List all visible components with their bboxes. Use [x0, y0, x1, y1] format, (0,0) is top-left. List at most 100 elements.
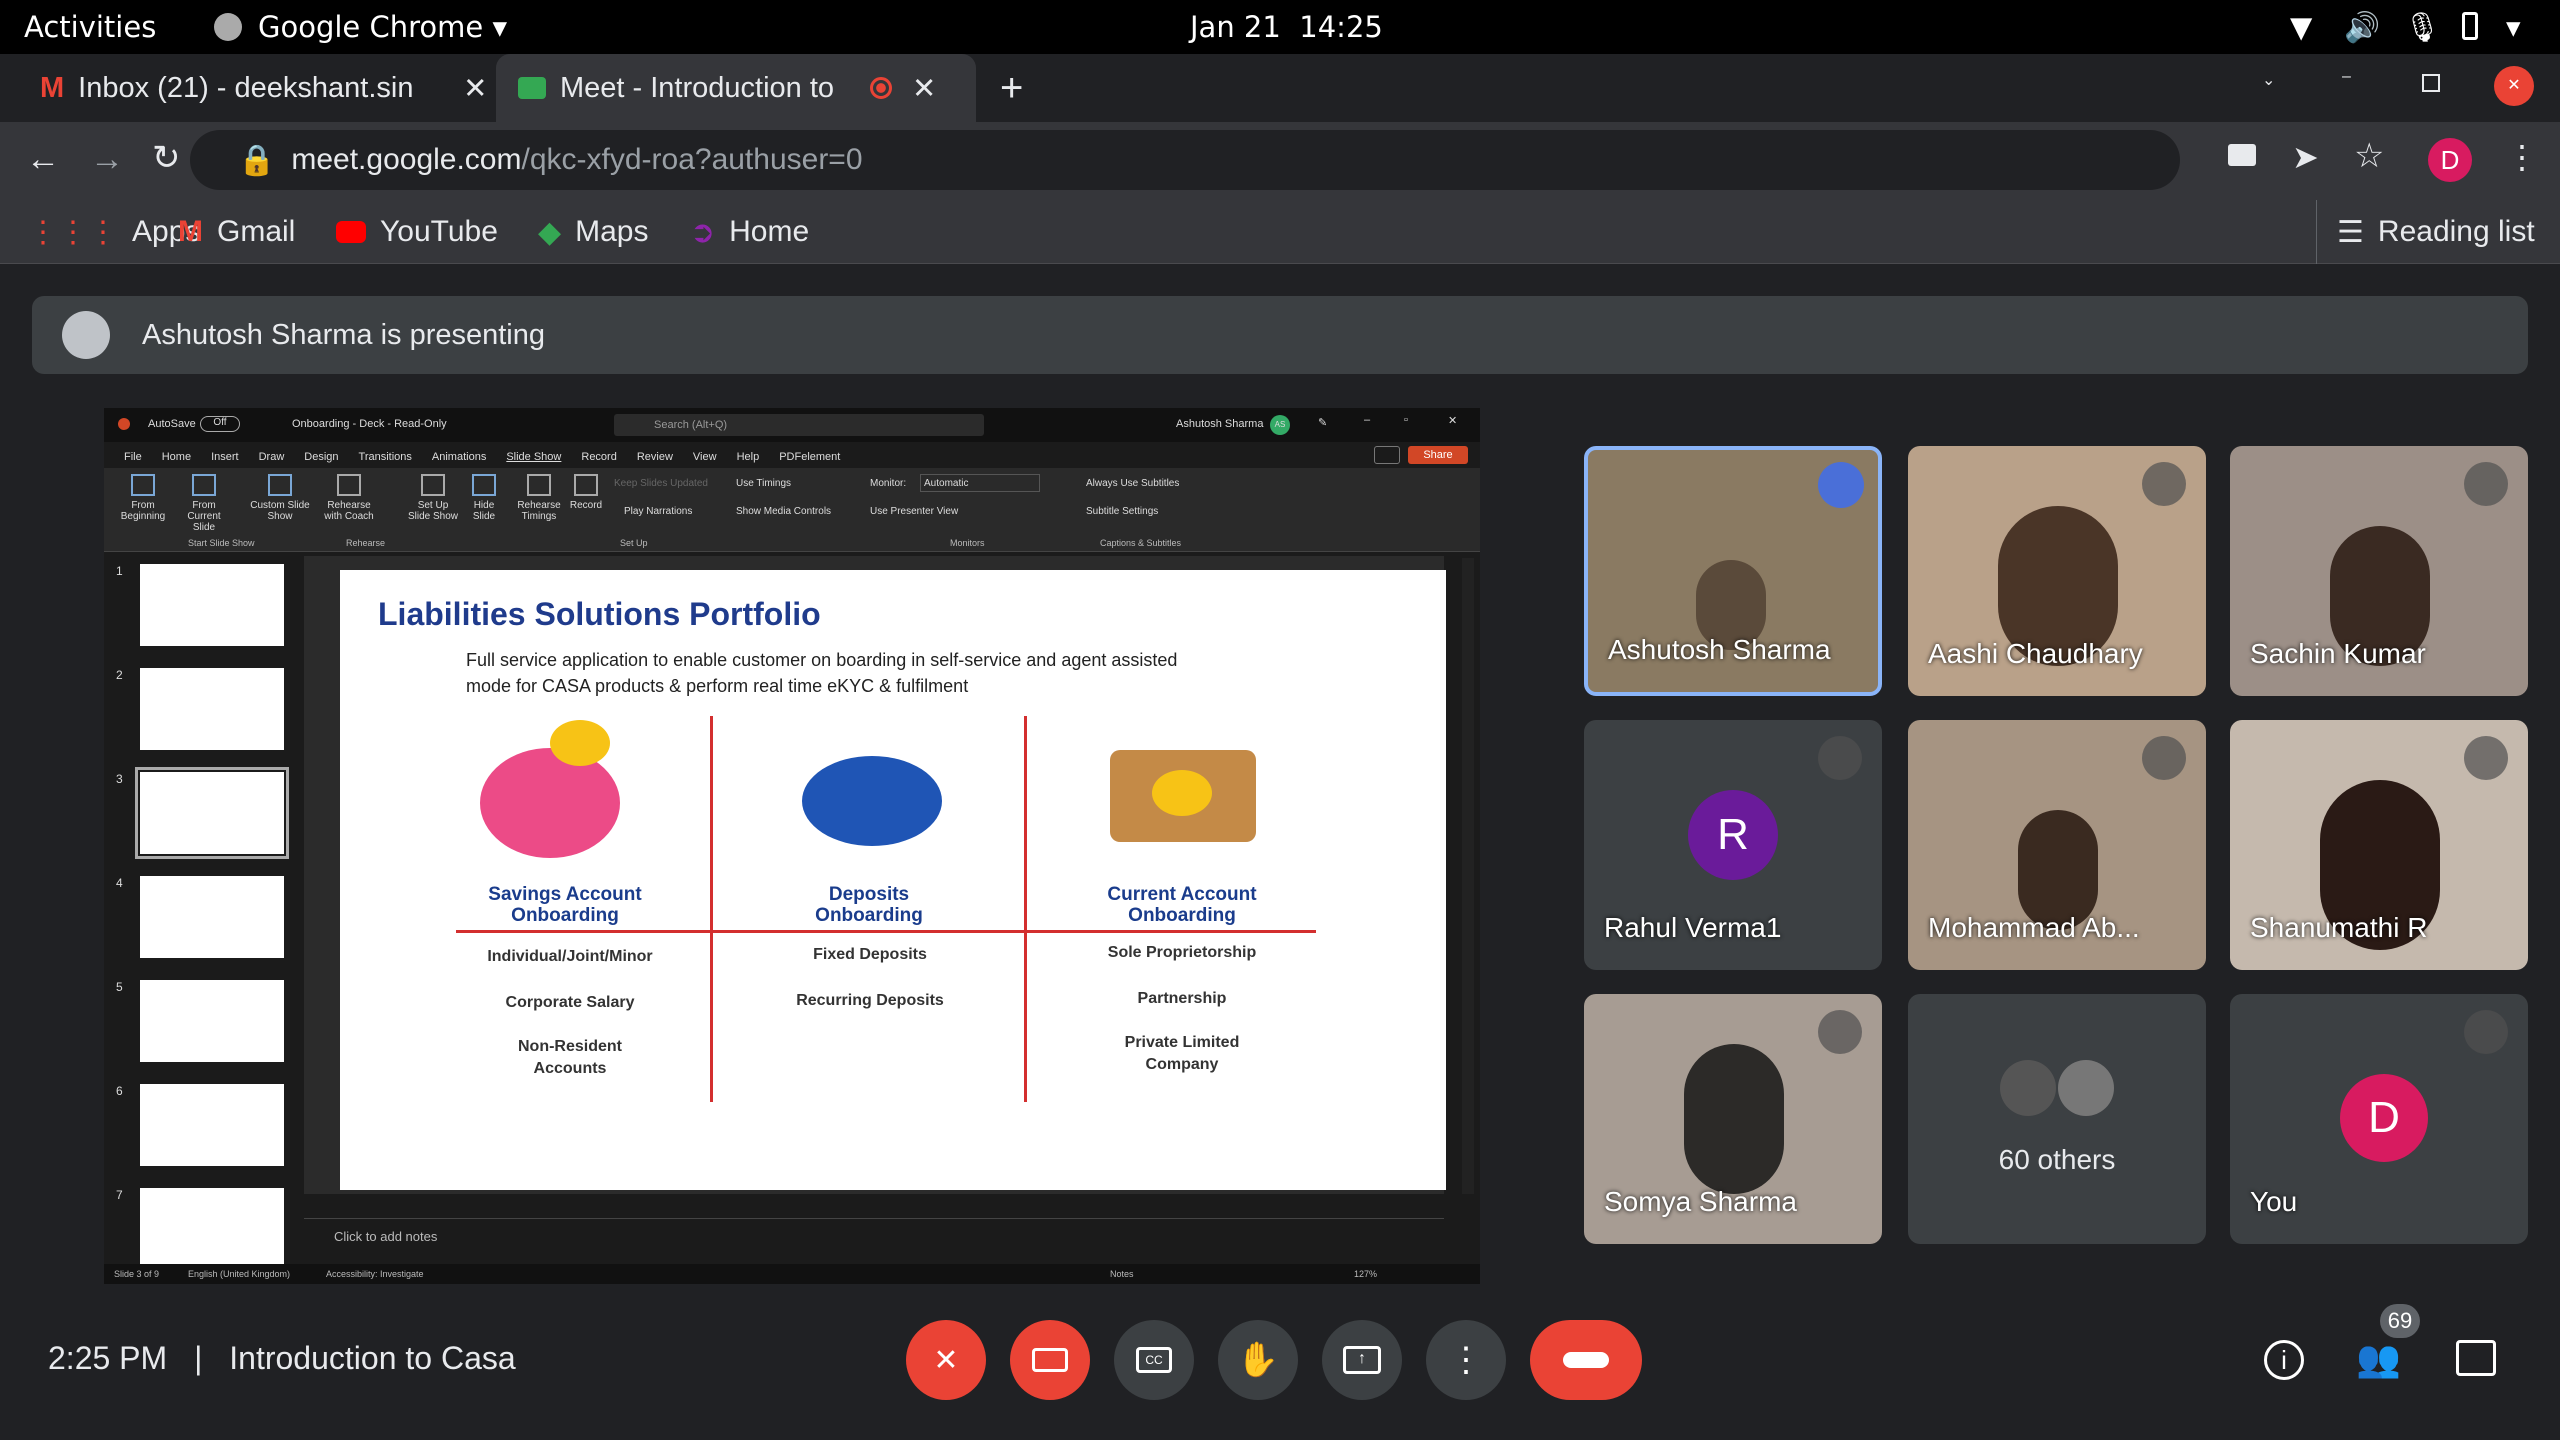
slide-thumbnail[interactable]: 2 [104, 664, 304, 764]
notes-area[interactable]: Click to add notes [304, 1218, 1444, 1258]
ppt-menu-item[interactable]: Slide Show [506, 451, 561, 468]
address-bar[interactable]: 🔒 meet.google.com/qkc-xfyd-roa?authuser=… [190, 130, 2180, 190]
close-tab-icon[interactable]: ✕ [912, 71, 936, 106]
slide[interactable]: Liabilities Solutions Portfolio Full ser… [340, 570, 1446, 1190]
clock[interactable]: Jan 21 14:25 [1190, 10, 1383, 44]
minimize-icon[interactable]: – [2342, 68, 2351, 86]
ppt-menu-item[interactable]: Record [581, 451, 616, 468]
zoom-level[interactable]: 127% [1354, 1269, 1377, 1279]
monitor-select[interactable]: Automatic [920, 474, 1040, 492]
autosave-toggle[interactable]: Off [200, 416, 240, 432]
ppt-share-button[interactable]: Share [1408, 446, 1468, 464]
ppt-menu-item[interactable]: View [693, 451, 717, 468]
camera-permission-icon[interactable] [2228, 144, 2256, 166]
keep-updated-option[interactable]: Keep Slides Updated [614, 478, 708, 489]
bookmark-youtube[interactable]: YouTube [336, 200, 498, 264]
custom-show-button[interactable]: Custom Slide Show [250, 474, 310, 522]
ppt-search-box[interactable]: Search (Alt+Q) [614, 414, 984, 436]
app-menu[interactable]: Google Chrome ▾ [258, 10, 507, 44]
ppt-menu-item[interactable]: Draw [259, 451, 285, 468]
ppt-restore-icon[interactable]: ▫ [1404, 414, 1408, 426]
leave-call-button[interactable] [1530, 1320, 1642, 1400]
shared-screen[interactable]: AutoSave Off Onboarding - Deck - Read-On… [104, 408, 1480, 1284]
present-button[interactable]: ↑ [1322, 1320, 1402, 1400]
ppt-menu-item[interactable]: Insert [211, 451, 239, 468]
rehearse-coach-button[interactable]: Rehearse with Coach [320, 474, 378, 522]
close-tab-icon[interactable]: ✕ [463, 71, 487, 106]
ppt-minimize-icon[interactable]: – [1364, 414, 1370, 426]
pen-icon[interactable]: ✎ [1318, 416, 1327, 429]
presenter-view-option[interactable]: Use Presenter View [870, 506, 958, 517]
reading-list[interactable]: ☰ Reading list [2316, 200, 2535, 264]
camera-toggle-button[interactable] [1010, 1320, 1090, 1400]
bookmark-gmail[interactable]: M Gmail [178, 200, 295, 264]
microphone-toggle-button[interactable]: ✕ [906, 1320, 986, 1400]
tab-meet[interactable]: Meet - Introduction to ✕ [496, 54, 976, 122]
show-media-option[interactable]: Show Media Controls [736, 506, 831, 517]
bookmark-apps[interactable]: ⋮⋮⋮ Apps [28, 200, 200, 264]
ppt-menu-item[interactable]: File [124, 451, 142, 468]
ppt-menu-item[interactable]: Home [162, 451, 191, 468]
slide-thumbnail[interactable]: 3 [104, 767, 304, 868]
slide-scrollbar[interactable] [1462, 558, 1474, 1194]
participant-tile[interactable]: R Rahul Verma1 [1584, 720, 1882, 970]
raise-hand-button[interactable]: ✋ [1218, 1320, 1298, 1400]
ppt-menu-item[interactable]: Design [304, 451, 338, 468]
forward-icon[interactable]: → [90, 140, 124, 179]
participant-tile[interactable]: Shanumathi R [2230, 720, 2528, 970]
back-icon[interactable]: ← [26, 140, 60, 179]
tab-search-chevron-icon[interactable]: ⌄ [2262, 70, 2275, 90]
more-options-button[interactable]: ⋮ [1426, 1320, 1506, 1400]
ppt-menu-item[interactable]: Review [637, 451, 673, 468]
ppt-menu-item[interactable]: Help [737, 451, 760, 468]
battery-icon[interactable] [2462, 12, 2478, 40]
tab-gmail[interactable]: M Inbox (21) - deekshant.sin ✕ [20, 54, 490, 122]
close-window-icon[interactable]: ✕ [2494, 66, 2534, 106]
restore-icon[interactable] [2422, 74, 2440, 92]
microphone-icon[interactable]: 🎙 [2404, 10, 2441, 45]
chat-icon[interactable] [2456, 1340, 2496, 1376]
activities-button[interactable]: Activities [24, 10, 156, 44]
slide-thumbnail[interactable]: 5 [104, 976, 304, 1076]
others-tile[interactable]: 60 others [1908, 994, 2206, 1244]
slide-thumbnail[interactable]: 4 [104, 872, 304, 972]
chrome-menu-icon[interactable]: ⋮ [2506, 138, 2538, 176]
language-status[interactable]: English (United Kingdom) [188, 1269, 290, 1279]
from-beginning-button[interactable]: From Beginning [118, 474, 168, 522]
captions-button[interactable]: CC [1114, 1320, 1194, 1400]
bookmark-maps[interactable]: ◆ Maps [538, 200, 648, 264]
use-timings-option[interactable]: Use Timings [736, 478, 791, 489]
participant-tile[interactable]: Sachin Kumar [2230, 446, 2528, 696]
volume-icon[interactable]: 🔊 [2344, 10, 2380, 45]
ppt-user-avatar[interactable]: AS [1270, 415, 1290, 435]
notes-toggle[interactable]: Notes [1110, 1269, 1134, 1279]
ppt-menu-item[interactable]: PDFelement [779, 451, 840, 468]
subtitle-settings-button[interactable]: Subtitle Settings [1086, 506, 1158, 517]
ppt-menu-item[interactable]: Animations [432, 451, 486, 468]
participant-tile[interactable]: Somya Sharma [1584, 994, 1882, 1244]
participant-tile[interactable]: Ashutosh Sharma [1584, 446, 1882, 696]
slide-thumbnail[interactable]: 1 [104, 560, 304, 660]
self-tile[interactable]: D You [2230, 994, 2528, 1244]
participant-tile[interactable]: Aashi Chaudhary [1908, 446, 2206, 696]
ppt-close-icon[interactable]: ✕ [1448, 414, 1457, 427]
rehearse-timings-button[interactable]: Rehearse Timings [514, 474, 564, 522]
meeting-details-icon[interactable]: i [2264, 1340, 2304, 1380]
setup-show-button[interactable]: Set Up Slide Show [406, 474, 460, 522]
from-current-button[interactable]: From Current Slide [176, 474, 232, 533]
hide-slide-button[interactable]: Hide Slide [464, 474, 504, 522]
send-to-device-icon[interactable]: ➤ [2292, 138, 2319, 176]
wifi-icon[interactable]: ▼ [2290, 10, 2312, 44]
comments-icon[interactable] [1374, 446, 1400, 464]
record-button[interactable]: Record [566, 474, 606, 511]
reload-icon[interactable]: ↻ [152, 138, 181, 178]
profile-avatar[interactable]: D [2428, 138, 2472, 182]
new-tab-icon[interactable]: + [1000, 66, 1023, 111]
bookmark-home[interactable]: ➲ Home [690, 200, 809, 264]
system-menu-chevron-icon[interactable]: ▾ [2506, 10, 2521, 44]
play-narrations-option[interactable]: Play Narrations [624, 506, 692, 517]
slide-thumbnail[interactable]: 6 [104, 1080, 304, 1180]
ppt-menu-item[interactable]: Transitions [359, 451, 412, 468]
subtitles-option[interactable]: Always Use Subtitles [1086, 478, 1179, 489]
bookmark-star-icon[interactable]: ☆ [2354, 136, 2384, 176]
